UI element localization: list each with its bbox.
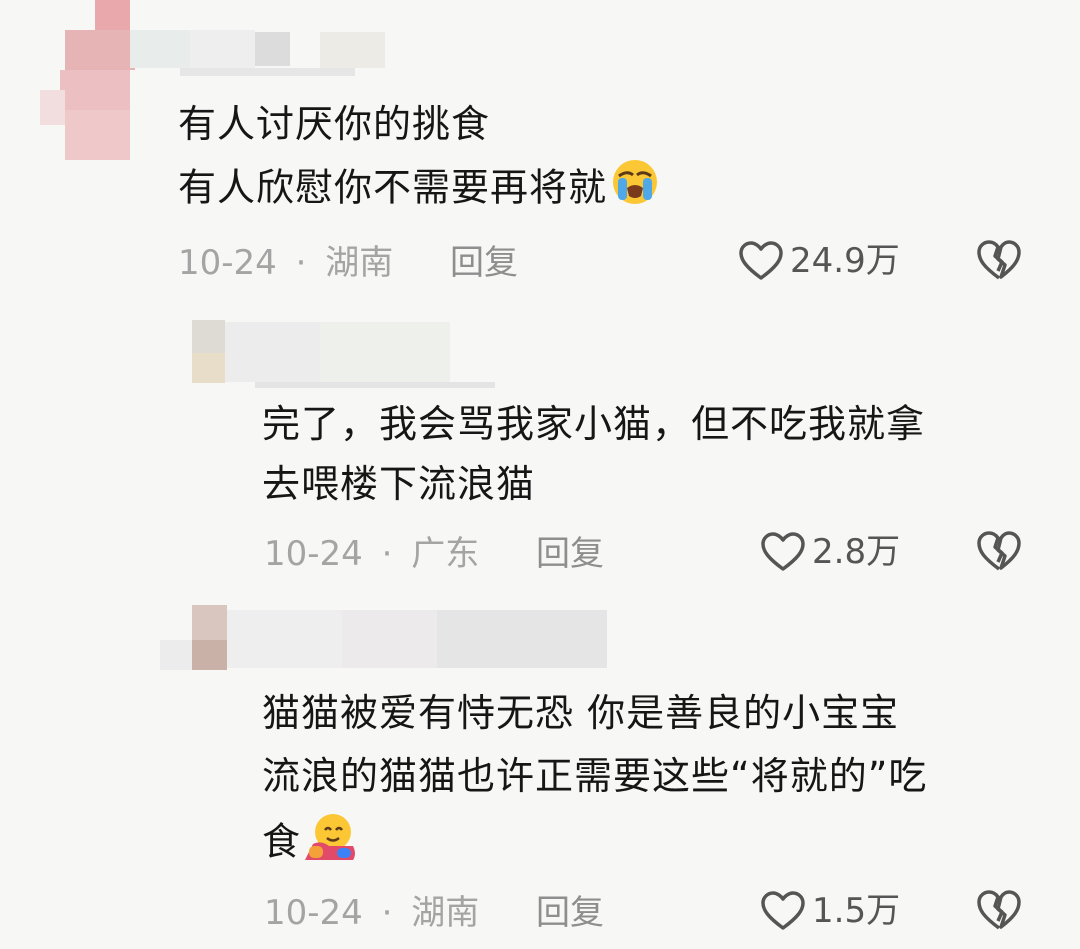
like-button[interactable]: 1.5万 [760, 890, 900, 932]
comment-meta: 10-24 · 湖南 [264, 893, 479, 933]
heart-icon [761, 532, 805, 571]
comment-text-line: 完了，我会骂我家小猫，但不吃我就拿 [262, 402, 926, 446]
comment-date: 10-24 [264, 893, 363, 933]
broken-heart-icon [977, 531, 1021, 571]
comment-location: 湖南 [325, 243, 394, 283]
hugging-face-icon [303, 810, 357, 878]
comment-text-line: 有人欣慰你不需要再将就 [178, 158, 661, 222]
dislike-button[interactable] [975, 529, 1023, 577]
like-count: 24.9万 [790, 241, 900, 281]
comment-text-line: 流浪的猫猫也许正需要这些“将就的”吃 [262, 754, 928, 798]
like-count: 1.5万 [812, 891, 901, 931]
broken-heart-icon [977, 890, 1021, 930]
like-count: 2.8万 [812, 532, 901, 572]
like-button[interactable]: 2.8万 [760, 531, 900, 573]
meta-separator: · [381, 534, 393, 574]
heart-icon [761, 891, 805, 930]
comment-location: 湖南 [411, 893, 480, 933]
reply-button[interactable]: 回复 [450, 243, 518, 283]
comment-text-line: 食 [262, 810, 357, 878]
comment-date: 10-24 [264, 534, 363, 574]
comment-date: 10-24 [178, 243, 277, 283]
comment-text-line: 去喂楼下流浪猫 [262, 462, 536, 506]
meta-separator: · [295, 243, 307, 283]
reply-button[interactable]: 回复 [536, 534, 604, 574]
meta-separator: · [381, 893, 393, 933]
dislike-button[interactable] [975, 888, 1023, 936]
comment-text: 有人欣慰你不需要再将就 [178, 165, 608, 210]
comment-text: 食 [262, 819, 302, 864]
loudly-crying-face-icon [609, 158, 661, 222]
heart-icon [739, 241, 783, 280]
dislike-button[interactable] [975, 238, 1023, 286]
comment-text-line: 有人讨厌你的挑食 [178, 102, 491, 146]
comment-meta: 10-24 · 湖南 [178, 243, 393, 283]
comment-location: 广东 [411, 534, 480, 574]
like-button[interactable]: 24.9万 [738, 240, 900, 282]
comment-meta: 10-24 · 广东 [264, 534, 479, 574]
comment-text-line: 猫猫被爱有恃无恐 你是善良的小宝宝 [262, 691, 900, 735]
reply-button[interactable]: 回复 [536, 893, 604, 933]
broken-heart-icon [977, 240, 1021, 280]
